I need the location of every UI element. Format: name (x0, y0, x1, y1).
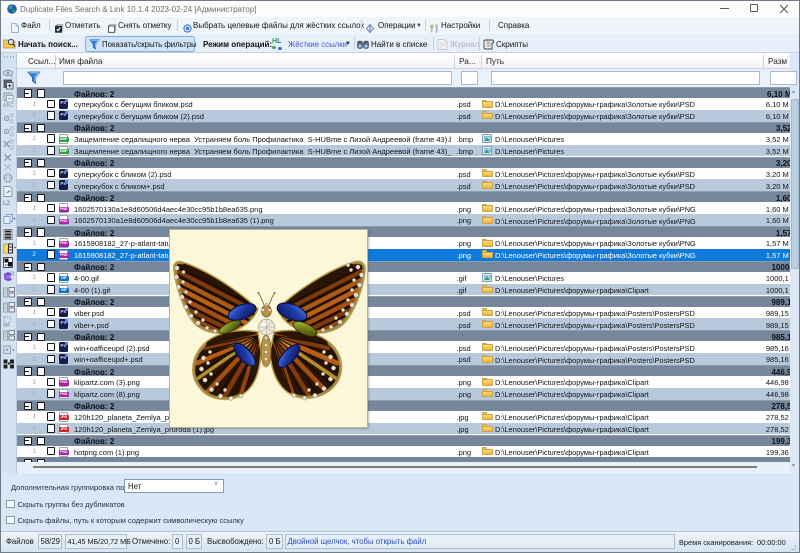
svg-text:ext: ext (4, 323, 11, 328)
svg-text:R: R (5, 263, 8, 268)
